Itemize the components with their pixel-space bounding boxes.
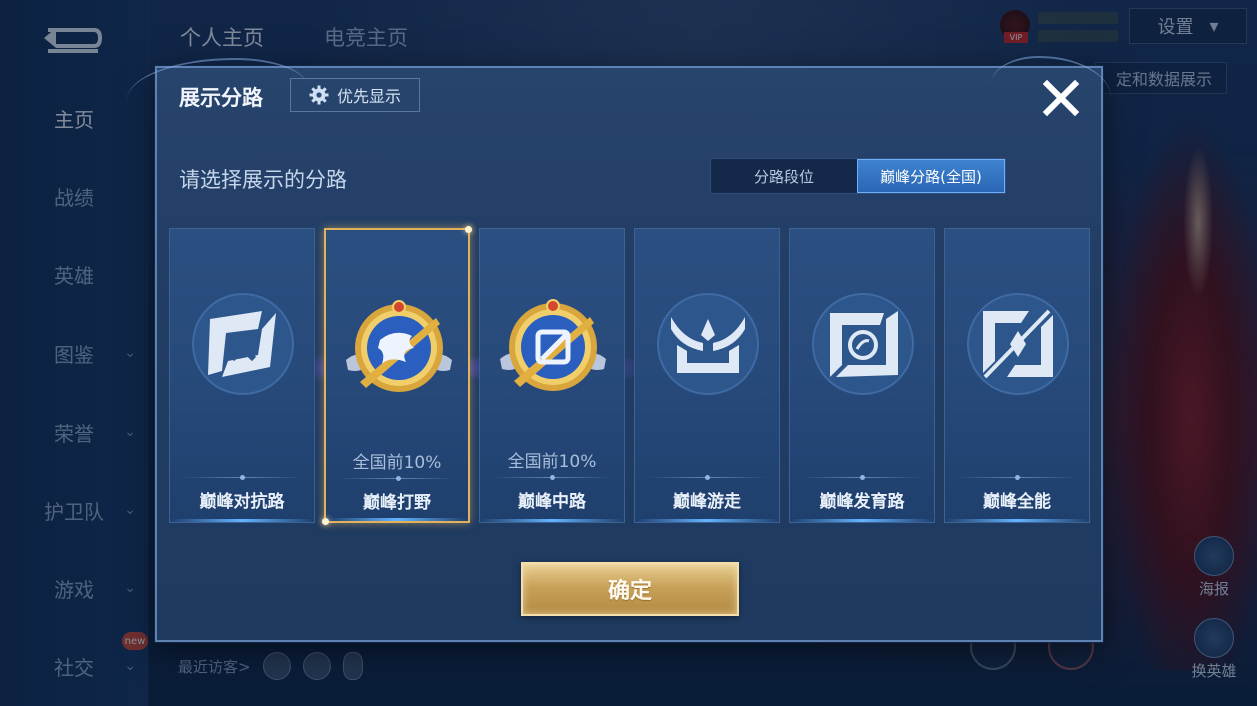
- lane-card-mid[interactable]: 全国前10% 巅峰中路: [479, 228, 625, 523]
- card-divider-dot: [396, 476, 401, 481]
- dialog-subtitle: 请选择展示的分路: [179, 168, 347, 192]
- all-round-emblem-icon: [967, 293, 1069, 395]
- card-name: 巅峰对抗路: [199, 492, 285, 512]
- lane-mode-toggle: 分路段位 巅峰分路(全国): [710, 158, 1006, 194]
- lane-display-dialog: 展示分路 优先显示 请选择展示的分路 分路段位 巅峰分路(全国) 巅峰对抗路 全…: [127, 56, 1111, 642]
- card-glow: [170, 519, 314, 522]
- card-divider-dot: [240, 475, 245, 480]
- farm-lane-emblem-icon: [812, 293, 914, 395]
- card-rank: 全国前10%: [507, 452, 597, 472]
- toggle-peak-lane-national[interactable]: 巅峰分路(全国): [857, 159, 1005, 193]
- lane-card-list: 巅峰对抗路 全国前10% 巅峰打野 全国前10% 巅峰中路 巅峰游走 巅峰发育路…: [169, 226, 1091, 525]
- lane-card-all-round[interactable]: 巅峰全能: [944, 228, 1090, 523]
- lane-card-jungle[interactable]: 全国前10% 巅峰打野: [322, 226, 472, 525]
- card-name: 巅峰发育路: [819, 492, 905, 512]
- card-name: 巅峰全能: [983, 492, 1051, 512]
- roam-wings-emblem-icon: [657, 293, 759, 395]
- confirm-button[interactable]: 确定: [521, 562, 739, 616]
- card-glow: [790, 519, 934, 522]
- selection-corner: [465, 226, 472, 233]
- priority-display-label: 优先显示: [336, 87, 401, 106]
- card-glow: [635, 519, 779, 522]
- lane-card-top[interactable]: 巅峰对抗路: [169, 228, 315, 523]
- card-name: 巅峰中路: [518, 492, 586, 512]
- card-glow: [480, 519, 624, 522]
- card-name: 巅峰打野: [363, 493, 431, 513]
- card-divider-dot: [705, 475, 710, 480]
- dialog-title: 展示分路: [179, 86, 263, 110]
- priority-display-button[interactable]: 优先显示: [290, 78, 420, 112]
- toggle-lane-rank[interactable]: 分路段位: [711, 159, 857, 193]
- lane-card-farm[interactable]: 巅峰发育路: [789, 228, 935, 523]
- card-glow: [945, 519, 1089, 522]
- card-divider-dot: [1015, 475, 1020, 480]
- jungle-dragon-emblem-icon: [346, 300, 452, 392]
- card-glow: [326, 518, 468, 521]
- top-lane-emblem-icon: [192, 293, 294, 395]
- gear-icon: [309, 85, 329, 105]
- card-name: 巅峰游走: [673, 492, 741, 512]
- close-icon[interactable]: [1041, 78, 1081, 118]
- card-divider-dot: [550, 475, 555, 480]
- mid-lane-emblem-icon: [500, 299, 606, 391]
- lane-card-roam[interactable]: 巅峰游走: [634, 228, 780, 523]
- card-divider-dot: [860, 475, 865, 480]
- card-rank: 全国前10%: [352, 453, 442, 473]
